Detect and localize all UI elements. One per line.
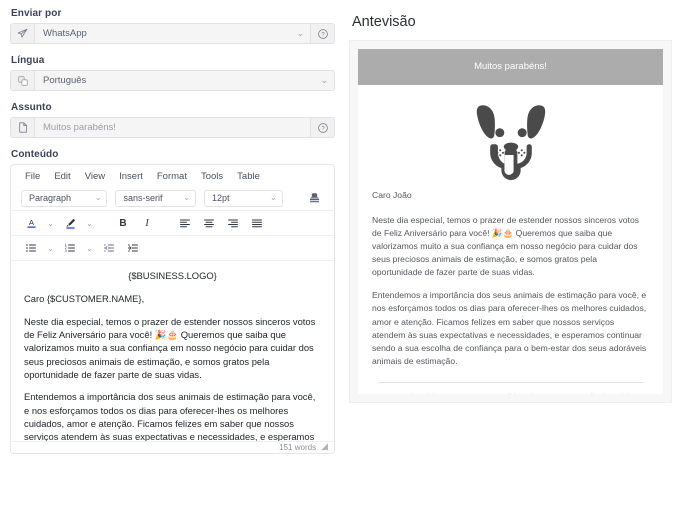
preview-header-band: Muitos parabéns! <box>358 49 663 85</box>
compose-form-column: Enviar por WhatsApp ⌄ ? Língua Português… <box>0 0 345 518</box>
send-via-value: WhatsApp <box>43 28 87 39</box>
chevron-down-icon: ⌄ <box>94 193 102 202</box>
document-icon <box>10 117 34 138</box>
paper-plane-icon <box>10 23 34 44</box>
language-select[interactable]: Português ⌄ <box>34 70 335 91</box>
bullet-list-icon[interactable] <box>21 239 41 257</box>
editor-paragraph-1: Neste dia especial, temos o prazer de es… <box>24 315 316 381</box>
rich-text-editor: File Edit View Insert Format Tools Table… <box>10 164 335 454</box>
editor-toolbar-row-1: Paragraph ⌄ sans-serif ⌄ 12pt ⌄ <box>11 186 334 210</box>
outdent-icon[interactable] <box>99 239 119 257</box>
preview-greeting: Caro João <box>372 190 412 200</box>
content-field: Conteúdo File Edit View Insert Format To… <box>10 149 335 454</box>
menu-item-insert[interactable]: Insert <box>119 171 143 182</box>
editor-content-area[interactable]: {$BUSINESS.LOGO} Caro {$CUSTOMER.NAME}, … <box>11 260 334 441</box>
preview-body: Caro João Neste dia especial, temos o pr… <box>358 85 663 394</box>
translate-icon <box>10 70 34 91</box>
preview-footer-text: Nome da minha empresa - Rua Pulido Valen… <box>372 391 649 394</box>
subject-placeholder-text: Muitos parabéns! <box>43 122 116 133</box>
indent-icon[interactable] <box>123 239 143 257</box>
menu-item-file[interactable]: File <box>25 171 40 182</box>
align-justify-icon[interactable] <box>247 214 267 232</box>
chevron-down-icon: ⌄ <box>183 193 191 202</box>
send-via-input-group: WhatsApp ⌄ ? <box>10 23 335 44</box>
highlight-color-caret-icon[interactable]: ⌄ <box>84 214 95 232</box>
preview-email-card: Muitos parabéns! Caro João Neste dia esp… <box>358 49 663 394</box>
italic-icon[interactable]: I <box>137 214 157 232</box>
stamp-icon[interactable] <box>304 189 324 207</box>
text-color-caret-icon[interactable]: ⌄ <box>45 214 56 232</box>
preview-paragraph-2: Entendemos a importância dos seus animai… <box>372 290 647 366</box>
menu-item-edit[interactable]: Edit <box>54 171 70 182</box>
block-format-select[interactable]: Paragraph ⌄ <box>21 189 108 207</box>
language-input-group: Português ⌄ <box>10 70 335 91</box>
word-count-label: 151 words <box>279 443 317 452</box>
svg-text:3: 3 <box>65 249 67 253</box>
svg-text:?: ? <box>321 126 324 132</box>
font-family-value: sans-serif <box>123 193 163 203</box>
send-via-select[interactable]: WhatsApp ⌄ <box>34 23 311 44</box>
editor-menubar: File Edit View Insert Format Tools Table <box>11 165 334 186</box>
menu-item-table[interactable]: Table <box>237 171 260 182</box>
send-via-label: Enviar por <box>11 8 62 19</box>
subject-help-button[interactable]: ? <box>311 117 335 138</box>
numbered-list-caret-icon[interactable]: ⌄ <box>84 239 95 257</box>
email-template-editor-page: Enviar por WhatsApp ⌄ ? Língua Português… <box>0 0 682 518</box>
editor-greeting: Caro {$CUSTOMER.NAME}, <box>24 293 145 305</box>
font-size-select[interactable]: 12pt ⌄ <box>204 189 283 207</box>
svg-text:?: ? <box>321 32 324 38</box>
subject-field: Assunto Muitos parabéns! ? <box>10 102 335 138</box>
subject-input[interactable]: Muitos parabéns! <box>34 117 311 138</box>
chevron-down-icon: ⌄ <box>269 193 277 202</box>
send-via-field: Enviar por WhatsApp ⌄ ? <box>10 8 335 44</box>
preview-divider <box>378 381 643 383</box>
text-color-icon[interactable]: A <box>21 214 41 232</box>
align-center-icon[interactable] <box>199 214 219 232</box>
bold-icon[interactable]: B <box>113 214 133 232</box>
content-label: Conteúdo <box>11 149 59 160</box>
editor-paragraph-2: Entendemos a importância dos seus animai… <box>24 391 316 441</box>
editor-toolbar-row-3: ⌄ 1 2 3 ⌄ <box>11 235 334 260</box>
align-right-icon[interactable] <box>223 214 243 232</box>
font-size-value: 12pt <box>212 193 230 203</box>
subject-input-group: Muitos parabéns! ? <box>10 117 335 138</box>
font-family-select[interactable]: sans-serif ⌄ <box>115 189 197 207</box>
menu-item-tools[interactable]: Tools <box>201 171 223 182</box>
highlight-color-icon[interactable] <box>60 214 80 232</box>
editor-toolbar-row-2: A ⌄ ⌄ B I <box>11 210 334 235</box>
preview-header-text: Muitos parabéns! <box>474 61 547 72</box>
dog-face-logo <box>476 105 545 181</box>
chevron-down-icon: ⌄ <box>320 75 328 85</box>
language-label: Língua <box>11 55 45 66</box>
language-field: Língua Português ⌄ <box>10 55 335 91</box>
editor-status-bar: 151 words ◢ <box>11 441 334 453</box>
preview-panel: Muitos parabéns! Caro João Neste dia esp… <box>349 40 672 403</box>
align-left-icon[interactable] <box>175 214 195 232</box>
menu-item-view[interactable]: View <box>85 171 105 182</box>
subject-label: Assunto <box>11 102 52 113</box>
block-format-value: Paragraph <box>29 193 72 203</box>
page-title: Antevisão <box>352 14 416 30</box>
numbered-list-icon[interactable]: 1 2 3 <box>60 239 80 257</box>
preview-paragraph-1: Neste dia especial, temos o prazer de es… <box>372 215 640 278</box>
preview-column: Antevisão Muitos parabéns! Caro João Nes… <box>345 0 682 518</box>
send-via-help-button[interactable]: ? <box>311 23 335 44</box>
editor-logo-token: {$BUSINESS.LOGO} <box>128 270 217 281</box>
chevron-down-icon: ⌄ <box>296 28 304 38</box>
resize-handle-icon[interactable]: ◢ <box>321 441 328 452</box>
svg-text:A: A <box>28 218 34 227</box>
preview-logo-wrap <box>372 95 649 189</box>
language-value: Português <box>43 75 87 86</box>
menu-item-format[interactable]: Format <box>157 171 187 182</box>
bullet-list-caret-icon[interactable]: ⌄ <box>45 239 56 257</box>
